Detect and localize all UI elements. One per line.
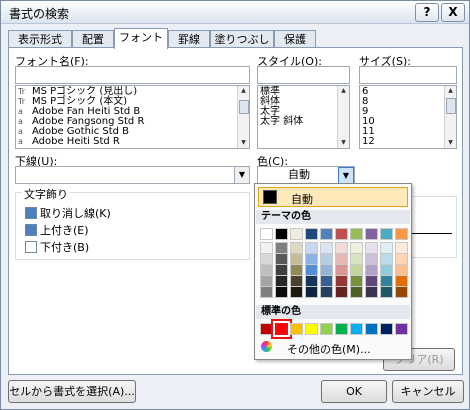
theme-color-swatch[interactable] [260, 286, 273, 298]
color-value: 自動 [288, 168, 310, 181]
theme-color-swatch[interactable] [335, 286, 348, 298]
standard-color-swatch[interactable] [350, 323, 363, 335]
theme-color-swatch[interactable] [260, 228, 273, 240]
scroll-down-icon[interactable]: ▼ [338, 138, 349, 148]
opentype-font-icon: a [18, 137, 23, 146]
format-find-dialog: 書式の検索 ? X 表示形式 配置 フォント 罫線 塗りつぶし 保護 フォント名… [0, 0, 470, 410]
close-button[interactable]: X [441, 3, 465, 22]
effects-group-label: 文字飾り [22, 186, 70, 202]
theme-color-swatch[interactable] [350, 228, 363, 240]
theme-color-swatch[interactable] [320, 286, 333, 298]
theme-color-swatch[interactable] [350, 286, 363, 298]
standard-colors-header: 標準の色 [256, 305, 410, 319]
font-name-list[interactable]: Tr MS Pゴシック (見出し) Tr MS Pゴシック (本文) a Adobe Fa… [15, 85, 250, 149]
tab-font[interactable]: フォント [114, 28, 168, 49]
truetype-font-icon: Tr [18, 97, 25, 106]
subscript-label: 下付き(B) [40, 241, 90, 254]
size-list[interactable]: 6 8 9 10 11 12 ▲ ▼ [359, 85, 457, 149]
superscript-label: 上付き(E) [40, 224, 89, 237]
theme-color-swatch[interactable] [320, 228, 333, 240]
standard-color-swatch[interactable] [290, 323, 303, 335]
theme-color-swatch[interactable] [335, 228, 348, 240]
scroll-up-icon[interactable]: ▲ [238, 86, 249, 96]
standard-color-swatch[interactable] [365, 323, 378, 335]
style-input[interactable] [257, 66, 350, 84]
auto-color-swatch [263, 190, 277, 204]
theme-color-swatch[interactable] [305, 228, 318, 240]
list-item[interactable]: 12 [360, 137, 456, 147]
scroll-up-icon[interactable]: ▲ [445, 86, 456, 96]
dialog-title: 書式の検索 [9, 7, 70, 21]
list-item-label: 12 [362, 136, 375, 147]
subscript-checkbox[interactable] [25, 241, 37, 253]
scroll-up-icon[interactable]: ▲ [338, 86, 349, 96]
opentype-font-icon: a [18, 117, 23, 126]
tab-protection[interactable]: 保護 [274, 30, 316, 48]
theme-color-swatch[interactable] [395, 228, 408, 240]
standard-color-swatch[interactable] [305, 323, 318, 335]
underline-value [16, 168, 19, 181]
font-name-input[interactable] [15, 66, 250, 84]
color-picker-popup: 自動 テーマの色 標準の色 その他の色(M)... [254, 183, 412, 360]
truetype-font-icon: Tr [18, 87, 25, 96]
size-input[interactable] [359, 66, 457, 84]
theme-colors-header: テーマの色 [256, 210, 410, 224]
style-list-scrollbar[interactable]: ▲ ▼ [337, 86, 349, 148]
size-list-scrollbar[interactable]: ▲ ▼ [444, 86, 456, 148]
chevron-down-icon[interactable]: ▼ [234, 167, 249, 183]
font-list-scrollbar[interactable]: ▲ ▼ [237, 86, 249, 148]
theme-color-swatch[interactable] [380, 228, 393, 240]
auto-color-option[interactable]: 自動 [258, 187, 408, 207]
standard-color-swatch[interactable] [275, 323, 288, 335]
preview-line [412, 233, 452, 234]
cancel-button[interactable]: キャンセル [392, 380, 464, 403]
style-list[interactable]: 標準 斜体 太字 太字 斜体 ▲ ▼ [257, 85, 350, 149]
underline-select[interactable]: ▼ [15, 166, 250, 184]
list-item-label: 太字 斜体 [260, 116, 304, 127]
opentype-font-icon: a [18, 107, 23, 116]
opentype-font-icon: a [18, 127, 23, 136]
superscript-checkbox[interactable] [25, 224, 37, 236]
list-item[interactable]: 6 [360, 87, 456, 97]
effects-group: 文字飾り 取り消し線(K) 上付き(E) 下付き(B) [15, 186, 250, 260]
ok-button[interactable]: OK [321, 380, 387, 403]
title-bar: 書式の検索 ? X [1, 1, 469, 24]
theme-color-swatch[interactable] [305, 286, 318, 298]
color-select[interactable]: 自動 ▼ [257, 166, 355, 185]
list-item[interactable]: a Adobe Heiti Std R [16, 137, 249, 147]
help-button[interactable]: ? [415, 3, 439, 22]
list-item-label: Adobe Heiti Std R [32, 136, 120, 147]
standard-color-swatch[interactable] [320, 323, 333, 335]
tab-number-format[interactable]: 表示形式 [8, 30, 72, 48]
more-colors-option[interactable]: その他の色(M)... [287, 341, 371, 357]
theme-color-swatch[interactable] [275, 228, 288, 240]
theme-color-swatch[interactable] [275, 286, 288, 298]
scroll-down-icon[interactable]: ▼ [238, 138, 249, 148]
list-item[interactable]: 太字 斜体 [258, 117, 349, 127]
theme-color-swatch[interactable] [290, 286, 303, 298]
theme-color-swatch[interactable] [380, 286, 393, 298]
standard-color-swatch[interactable] [335, 323, 348, 335]
theme-color-swatch[interactable] [365, 286, 378, 298]
tab-alignment[interactable]: 配置 [72, 30, 114, 48]
scroll-down-icon[interactable]: ▼ [445, 138, 456, 148]
standard-color-swatch[interactable] [395, 323, 408, 335]
tab-border[interactable]: 罫線 [168, 30, 210, 48]
list-item[interactable]: 8 [360, 97, 456, 107]
strikethrough-label: 取り消し線(K) [40, 207, 111, 220]
scroll-thumb[interactable] [239, 100, 249, 114]
standard-color-swatch[interactable] [260, 323, 273, 335]
scroll-thumb[interactable] [446, 98, 456, 114]
auto-color-label: 自動 [291, 193, 313, 206]
strikethrough-checkbox[interactable] [25, 207, 37, 219]
select-from-cell-button[interactable]: セルから書式を選択(A)... [8, 380, 136, 403]
theme-color-swatch[interactable] [290, 228, 303, 240]
color-wheel-icon [261, 341, 272, 352]
standard-color-swatch[interactable] [380, 323, 393, 335]
theme-color-swatch[interactable] [365, 228, 378, 240]
tab-fill[interactable]: 塗りつぶし [210, 30, 274, 48]
theme-color-swatch[interactable] [395, 286, 408, 298]
